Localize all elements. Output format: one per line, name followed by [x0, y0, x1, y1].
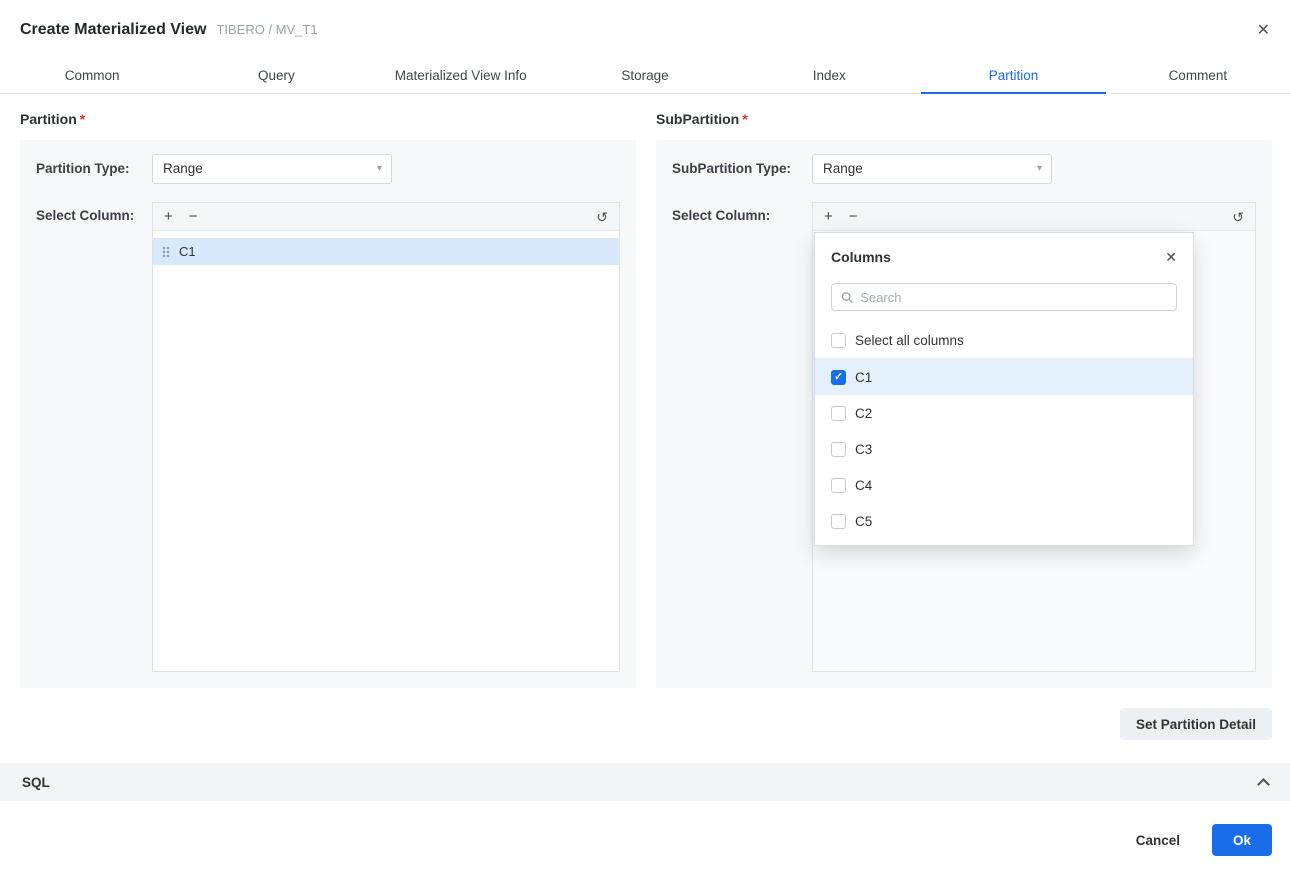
column-name: C1	[179, 244, 196, 259]
sql-label: SQL	[22, 775, 50, 790]
tab-index[interactable]: Index	[737, 59, 921, 93]
partition-type-label: Partition Type:	[36, 154, 130, 184]
tab-label: Partition	[989, 68, 1039, 83]
tab-common[interactable]: Common	[0, 59, 184, 93]
chevron-down-icon: ▾	[377, 155, 382, 183]
partition-column-list: C1	[153, 231, 619, 671]
partition-list-toolbar: + − ↺	[153, 203, 619, 231]
column-name: C1	[855, 370, 872, 385]
popup-column-row-c4[interactable]: C4	[815, 467, 1193, 503]
partition-panel: Partition Type: Range ▾ Select Column: +…	[20, 140, 636, 688]
tab-label: Query	[258, 68, 295, 83]
popup-column-row-c3[interactable]: C3	[815, 431, 1193, 467]
partition-type-value: Range	[163, 161, 203, 176]
add-column-button[interactable]: +	[164, 204, 173, 230]
partition-type-select[interactable]: Range ▾	[152, 154, 392, 184]
tab-comment[interactable]: Comment	[1106, 59, 1290, 93]
tab-bar: Common Query Materialized View Info Stor…	[0, 59, 1290, 94]
dialog-title: Create Materialized View	[20, 21, 206, 39]
select-all-row[interactable]: Select all columns	[815, 322, 1193, 359]
close-icon[interactable]: ✕	[1257, 21, 1270, 41]
column-name: C4	[855, 478, 872, 493]
column-checkbox[interactable]	[831, 406, 846, 421]
columns-popup-list: C1 C2 C3 C4 C5	[815, 359, 1193, 539]
subpartition-section-title: SubPartition*	[656, 111, 748, 127]
subpartition-type-select[interactable]: Range ▾	[812, 154, 1052, 184]
partition-section-label: Partition	[20, 111, 77, 127]
search-input[interactable]	[860, 290, 1167, 305]
subpartition-type-label: SubPartition Type:	[672, 154, 791, 184]
partition-select-column-label: Select Column:	[36, 202, 134, 230]
chevron-down-icon: ▾	[1037, 155, 1042, 183]
subpartition-select-column-label: Select Column:	[672, 202, 770, 230]
required-marker: *	[742, 111, 747, 127]
tab-query[interactable]: Query	[184, 59, 368, 93]
dialog-subtitle: TIBERO / MV_T1	[216, 22, 317, 37]
tab-label: Materialized View Info	[395, 68, 527, 83]
tab-label: Index	[813, 68, 846, 83]
partition-section-title: Partition*	[20, 111, 85, 127]
required-marker: *	[80, 111, 85, 127]
column-name: C5	[855, 514, 872, 529]
columns-popup-header: Columns ✕	[815, 233, 1193, 281]
reset-icon[interactable]: ↺	[1232, 204, 1244, 230]
column-checkbox[interactable]	[831, 442, 846, 457]
select-all-checkbox[interactable]	[831, 333, 846, 348]
popup-column-row-c2[interactable]: C2	[815, 395, 1193, 431]
dialog-title-wrap: Create Materialized View TIBERO / MV_T1	[20, 21, 318, 39]
dialog-footer: Cancel Ok	[1136, 824, 1272, 856]
reset-icon[interactable]: ↺	[596, 204, 608, 230]
sql-section-header[interactable]: SQL	[0, 763, 1290, 801]
tab-storage[interactable]: Storage	[553, 59, 737, 93]
drag-handle-icon	[162, 246, 170, 258]
tab-label: Common	[65, 68, 120, 83]
remove-column-button[interactable]: −	[189, 204, 198, 230]
popup-column-row-c1[interactable]: C1	[815, 359, 1193, 395]
column-checkbox[interactable]	[831, 370, 846, 385]
subpartition-type-value: Range	[823, 161, 863, 176]
add-column-button[interactable]: +	[824, 204, 833, 230]
tab-label: Comment	[1169, 68, 1228, 83]
select-all-label: Select all columns	[855, 333, 964, 348]
tab-partition[interactable]: Partition	[921, 59, 1105, 93]
set-partition-detail-button[interactable]: Set Partition Detail	[1120, 708, 1272, 740]
column-name: C2	[855, 406, 872, 421]
dialog-header: Create Materialized View TIBERO / MV_T1 …	[0, 0, 1290, 60]
search-box	[831, 283, 1177, 311]
remove-column-button[interactable]: −	[849, 204, 858, 230]
tab-label: Storage	[621, 68, 668, 83]
close-icon[interactable]: ✕	[1165, 249, 1177, 266]
popup-column-row-c5[interactable]: C5	[815, 503, 1193, 539]
column-checkbox[interactable]	[831, 514, 846, 529]
chevron-up-icon[interactable]	[1257, 778, 1270, 791]
subpartition-list-toolbar: + − ↺	[813, 203, 1255, 231]
columns-popup-title: Columns	[831, 249, 891, 265]
tab-materialized-view-info[interactable]: Materialized View Info	[369, 59, 553, 93]
column-name: C3	[855, 442, 872, 457]
columns-popup: Columns ✕ Select all columns C1 C2 C	[814, 232, 1194, 546]
column-checkbox[interactable]	[831, 478, 846, 493]
subpartition-section-label: SubPartition	[656, 111, 739, 127]
partition-column-listbox: + − ↺ C1	[152, 202, 620, 672]
column-row-c1[interactable]: C1	[153, 238, 619, 265]
ok-button[interactable]: Ok	[1212, 824, 1272, 856]
search-icon	[841, 291, 853, 304]
cancel-button[interactable]: Cancel	[1136, 833, 1180, 848]
